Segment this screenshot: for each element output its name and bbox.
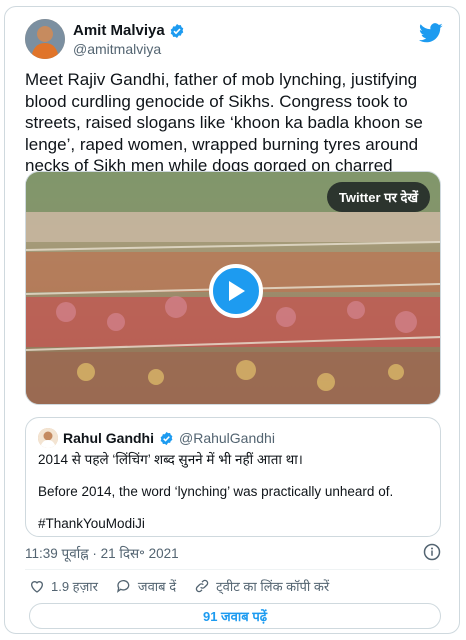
tweet-header: Amit Malviya @amitmalviya xyxy=(25,19,443,63)
author-name[interactable]: Amit Malviya xyxy=(73,22,165,39)
twitter-bird-icon[interactable] xyxy=(419,21,443,45)
quoted-tweet-header: Rahul Gandhi @RahulGandhi xyxy=(38,428,275,448)
embedded-tweet-card: Amit Malviya @amitmalviya Meet Rajiv Gan… xyxy=(4,6,460,634)
author-avatar[interactable] xyxy=(25,19,65,59)
link-icon xyxy=(195,579,209,593)
divider xyxy=(25,569,439,570)
video-player[interactable]: Twitter पर देखें xyxy=(25,171,441,405)
author-name-row: Amit Malviya xyxy=(73,22,185,39)
quoted-author-name: Rahul Gandhi xyxy=(63,430,154,446)
quoted-text-line: Before 2014, the word ‘lynching’ was pra… xyxy=(38,484,394,499)
reply-button[interactable]: जवाब दें xyxy=(116,577,176,595)
quoted-hashtag: #ThankYouModiJi xyxy=(38,516,145,531)
verified-badge-icon xyxy=(160,431,173,445)
read-replies-button[interactable]: 91 जवाब पढ़ें xyxy=(29,603,441,629)
reply-label: जवाब दें xyxy=(137,579,177,594)
quoted-tweet[interactable]: Rahul Gandhi @RahulGandhi 2014 से पहले ‘… xyxy=(25,417,441,537)
quoted-author-avatar xyxy=(38,428,58,448)
play-icon xyxy=(229,281,245,301)
quoted-tweet-text: 2014 से पहले ‘लिंचिंग’ शब्द सुनने में भी… xyxy=(38,452,428,548)
like-count: 1.9 हज़ार xyxy=(51,579,98,594)
play-button[interactable] xyxy=(209,264,263,318)
verified-badge-icon xyxy=(170,23,183,38)
heart-icon xyxy=(30,581,44,593)
author-handle[interactable]: @amitmalviya xyxy=(73,41,161,57)
like-button[interactable]: 1.9 हज़ार xyxy=(29,577,98,595)
reply-bubble-icon xyxy=(116,580,130,593)
tweet-actions: 1.9 हज़ार जवाब दें ट्वीट का लिंक कॉपी कर… xyxy=(29,577,329,595)
info-icon[interactable] xyxy=(423,543,441,561)
copy-link-label: ट्वीट का लिंक कॉपी करें xyxy=(216,579,330,594)
tweet-timestamp[interactable]: 11:39 पूर्वाह्न · 21 दिस॰ 2021 xyxy=(25,544,179,562)
copy-link-button[interactable]: ट्वीट का लिंक कॉपी करें xyxy=(194,577,329,595)
quoted-text-line: 2014 से पहले ‘लिंचिंग’ शब्द सुनने में भी… xyxy=(38,452,303,467)
watch-on-twitter-button[interactable]: Twitter पर देखें xyxy=(326,182,430,212)
quoted-author-handle: @RahulGandhi xyxy=(179,430,275,446)
